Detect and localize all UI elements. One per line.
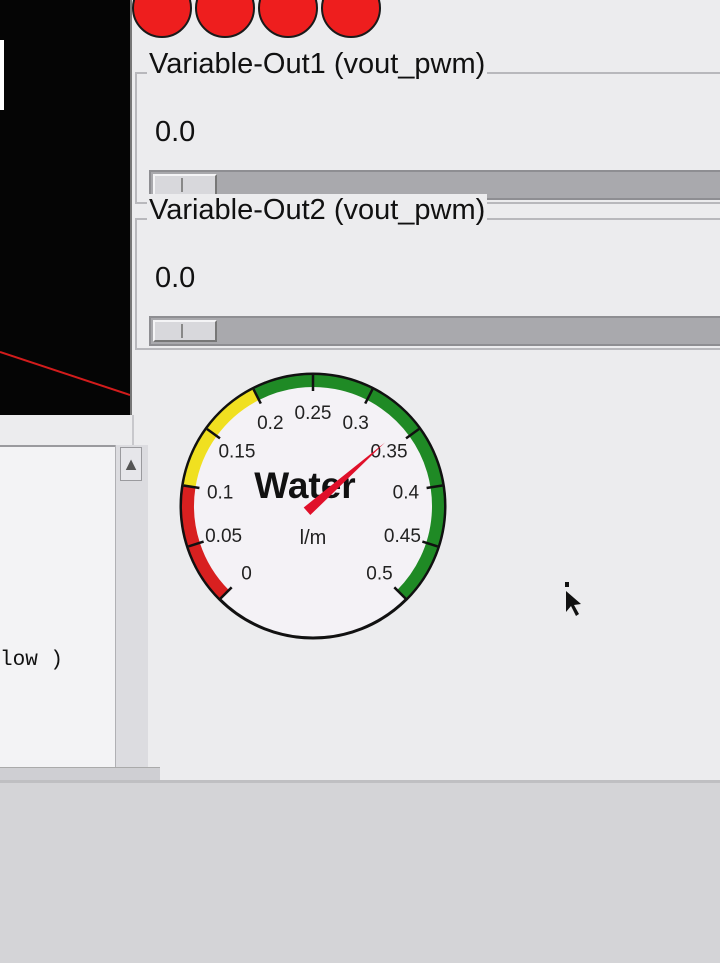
scroll-up-arrow-icon[interactable]: ▲ (120, 447, 142, 481)
gauge-tick-label: 0.2 (257, 413, 283, 434)
variable-out1-label: Variable-Out1 (vout_pwm) (147, 48, 488, 81)
gauge-tick-label: 0.3 (342, 413, 368, 434)
gauge-tick-label: 0.45 (384, 526, 421, 547)
application-window: Variable-Out1 (vout_pwm) 0.0 Variable-Ou… (0, 0, 720, 780)
horizontal-scrollbar[interactable] (0, 767, 160, 780)
variable-out2-value: 0.0 (155, 262, 196, 294)
console-text-panel[interactable]: low ) (0, 445, 115, 769)
led-indicator-1 (132, 0, 192, 38)
gauge-tick-label: 0 (241, 563, 252, 584)
variable-out2-group: Variable-Out2 (vout_pwm) 0.0 (135, 194, 720, 350)
variable-out1-slider-thumb[interactable] (153, 174, 217, 196)
gauge-tick-label: 0.1 (207, 482, 233, 503)
variable-out2-slider-thumb[interactable] (153, 320, 217, 342)
variable-out2-slider[interactable] (149, 316, 720, 346)
plot-area (0, 0, 132, 415)
plot-line (0, 351, 130, 396)
variable-out2-label: Variable-Out2 (vout_pwm) (147, 194, 488, 227)
gauge-tick-label: 0.15 (218, 442, 255, 463)
console-scrollbar[interactable]: ▲ (115, 445, 148, 767)
gauge-unit: l/m (300, 527, 327, 549)
plot-trace (0, 40, 130, 396)
gauge-tick-label: 0.25 (295, 403, 332, 424)
gauge-tick-label: 0.4 (393, 482, 420, 503)
led-indicators (132, 0, 392, 52)
gauge-tick-label: 0.05 (205, 526, 242, 547)
plot-marker (0, 40, 4, 110)
variable-out1-group: Variable-Out1 (vout_pwm) 0.0 (135, 48, 720, 204)
led-indicator-3 (258, 0, 318, 38)
mouse-cursor-icon (565, 582, 581, 616)
water-gauge: 00.050.10.150.2 0.25 0.30.350.40.450.5Wate… (179, 372, 447, 640)
gauge-tick-label: 0.5 (366, 563, 392, 584)
monitor-bezel (0, 780, 720, 963)
console-text: low ) (0, 649, 64, 672)
led-indicator-4 (321, 0, 381, 38)
led-indicator-2 (195, 0, 255, 38)
gauge-tick-label: 0.35 (371, 442, 408, 463)
variable-out1-value: 0.0 (155, 116, 196, 148)
